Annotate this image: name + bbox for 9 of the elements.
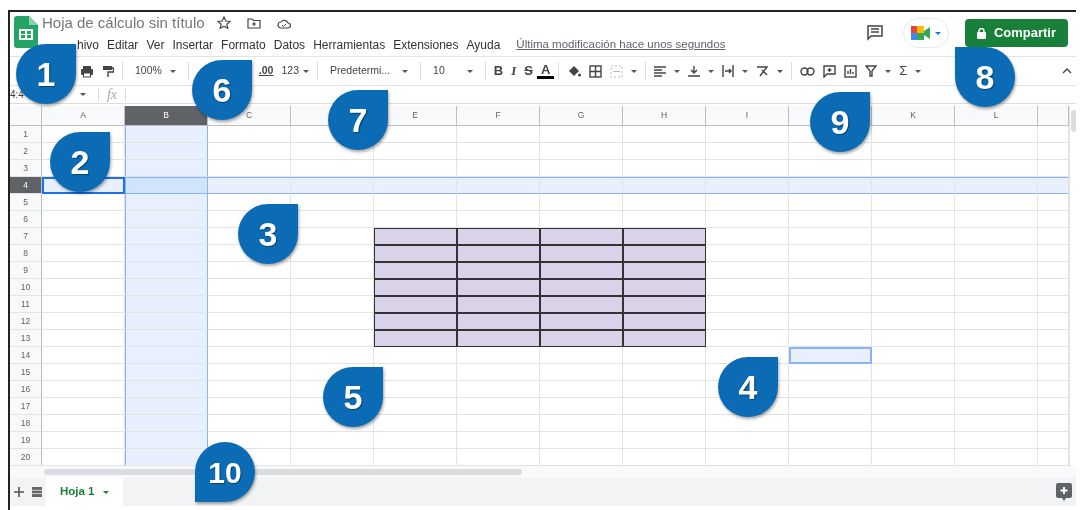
callout-tooltip: 5 <box>323 367 383 427</box>
callout-tooltip: 4 <box>718 357 778 417</box>
callout-tooltip: 3 <box>238 204 298 264</box>
callout-tooltip: 9 <box>810 92 870 152</box>
fx-label: fx <box>97 87 126 102</box>
callout-tooltip: 7 <box>328 90 388 150</box>
callout-tooltip: 2 <box>50 132 110 192</box>
callout-tooltip: 8 <box>955 47 1015 107</box>
callout-tooltip: 10 <box>195 442 255 502</box>
